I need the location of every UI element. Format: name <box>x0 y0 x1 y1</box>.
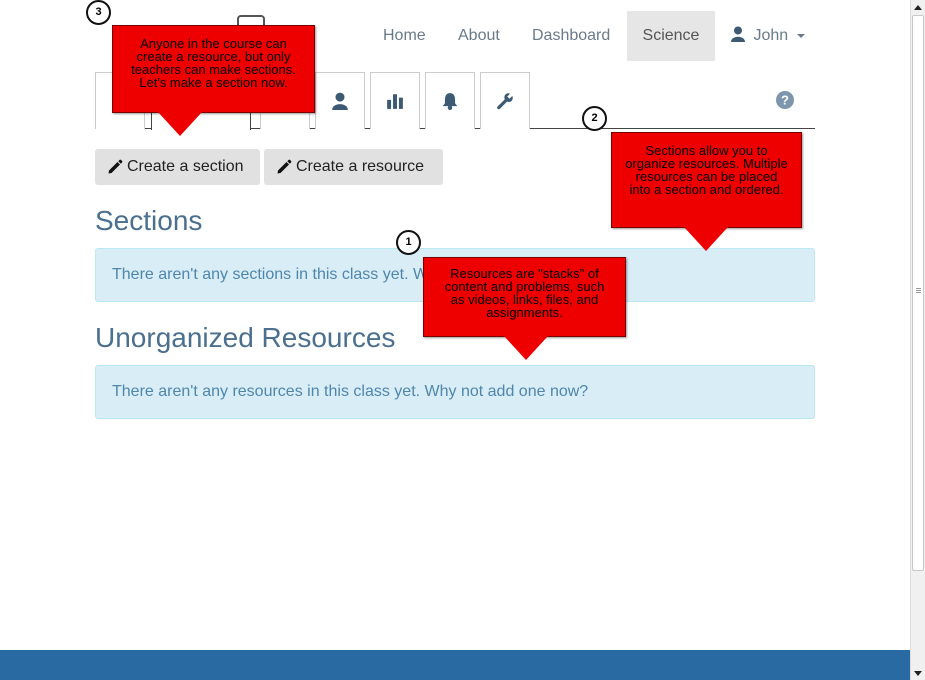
callout-3-text: Anyone in the course can create a resour… <box>131 36 296 90</box>
callout-3-arrow <box>158 112 202 136</box>
user-icon <box>731 26 745 42</box>
scroll-down-icon <box>914 670 922 676</box>
create-resource-label: Create a resource <box>296 158 425 175</box>
callout-1-arrow <box>504 336 548 360</box>
user-icon <box>332 92 348 110</box>
tab-notifications[interactable] <box>425 72 475 129</box>
user-name: John <box>753 27 789 44</box>
nav-dashboard[interactable]: Dashboard <box>517 11 625 61</box>
scroll-up-button[interactable] <box>911 0 925 14</box>
create-section-label: Create a section <box>127 158 244 175</box>
tab-grades[interactable] <box>370 72 420 129</box>
callout-3: Anyone in the course can create a resour… <box>112 25 315 136</box>
callout-2-arrow <box>684 227 728 251</box>
wrench-icon <box>497 93 513 110</box>
callout-1-text: Resources are "stacks" of content and pr… <box>444 266 605 320</box>
create-resource-button[interactable]: Create a resource <box>264 149 443 185</box>
callout-2-text: Sections allow you to organize resources… <box>625 143 788 197</box>
user-menu[interactable]: John <box>715 11 820 61</box>
callout-2: Sections allow you to organize resources… <box>611 132 802 251</box>
nav-home[interactable]: Home <box>368 11 441 61</box>
step-1-badge: 1 <box>396 230 421 255</box>
tab-members[interactable] <box>315 72 365 129</box>
scroll-down-button[interactable] <box>911 666 925 680</box>
step-3-badge: 3 <box>86 0 111 25</box>
tab-settings[interactable] <box>480 72 530 129</box>
chevron-down-icon <box>796 33 805 38</box>
create-section-button[interactable]: Create a section <box>95 149 260 185</box>
vertical-scrollbar[interactable] <box>910 0 925 680</box>
chart-icon <box>387 94 403 109</box>
bell-icon <box>442 93 458 110</box>
svg-text:?: ? <box>781 93 789 108</box>
step-2-badge: 2 <box>582 106 607 131</box>
help-icon: ? <box>776 91 794 109</box>
scrollbar-thumb[interactable] <box>912 15 924 571</box>
callout-1: Resources are "stacks" of content and pr… <box>423 257 626 360</box>
resources-empty-alert: There aren't any resources in this class… <box>95 365 815 419</box>
pencil-icon <box>277 159 292 174</box>
nav-science[interactable]: Science <box>627 11 715 61</box>
help-button[interactable]: ? <box>775 90 795 115</box>
pencil-icon <box>108 159 123 174</box>
sections-heading: Sections <box>95 205 203 236</box>
page-footer <box>0 650 910 680</box>
scroll-up-icon <box>914 4 922 10</box>
grip-icon <box>916 288 921 289</box>
unorganized-resources-heading: Unorganized Resources <box>95 322 396 353</box>
nav-about[interactable]: About <box>443 11 515 61</box>
